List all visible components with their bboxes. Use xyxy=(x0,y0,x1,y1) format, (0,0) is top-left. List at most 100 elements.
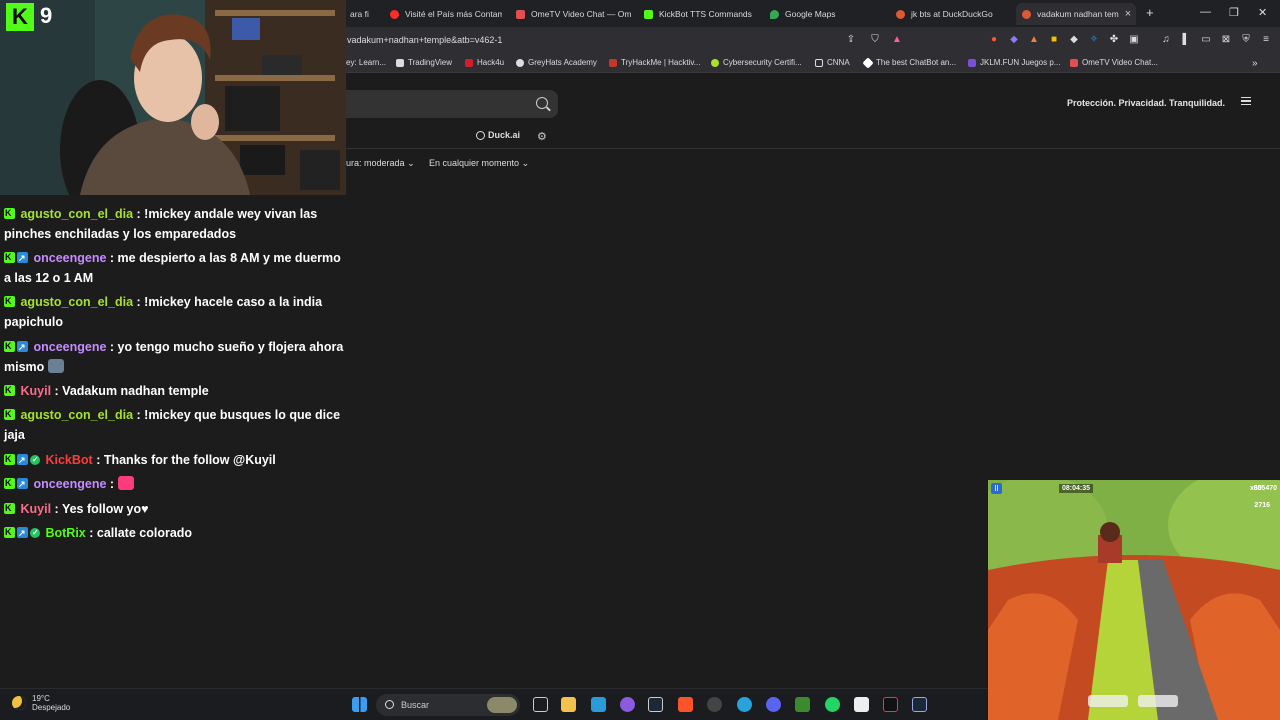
chat-username: agusto_con_el_dia xyxy=(20,207,134,221)
greyhats-icon xyxy=(516,58,524,67)
game-coins: 2716 xyxy=(1254,502,1270,509)
jklm-icon xyxy=(968,58,976,67)
chat-message: agusto_con_el_dia : !mickey hacele caso … xyxy=(4,291,349,332)
browser-tab[interactable]: KickBot TTS Commands xyxy=(638,3,762,25)
new-tab-button[interactable]: + xyxy=(1146,5,1154,20)
extension-icon[interactable]: ● xyxy=(988,34,1000,46)
close-tab-icon[interactable]: × xyxy=(1125,8,1131,20)
bookmark[interactable]: OmeTV Video Chat... xyxy=(1070,58,1158,67)
search-icon[interactable] xyxy=(536,97,548,109)
screenshot-icon[interactable]: ▣ xyxy=(1128,34,1140,46)
bookmark[interactable]: TryHackMe | Hacktiv... xyxy=(609,58,700,67)
kick-badge-icon xyxy=(4,291,15,311)
verified-badge-icon xyxy=(30,450,40,470)
folder-icon xyxy=(815,58,823,67)
chat-text: : Yes follow yo♥ xyxy=(54,502,149,516)
browser-tab[interactable]: Google Maps xyxy=(764,3,888,25)
time-filter[interactable]: En cualquier momento ⌄ xyxy=(429,158,529,169)
tiktok-icon[interactable] xyxy=(883,697,898,712)
puzzle-icon[interactable]: ✤ xyxy=(1108,34,1120,46)
game-timer: 08:04:35 xyxy=(1059,484,1094,493)
windows-start-icon[interactable] xyxy=(352,697,367,712)
kick-badge-icon xyxy=(4,473,15,493)
weather-description: Despejado xyxy=(32,703,71,712)
youtube-favicon-icon xyxy=(390,9,399,19)
extension-icon[interactable]: ▲ xyxy=(1028,34,1040,46)
safe-search-filter[interactable]: ura: moderada ⌄ xyxy=(346,158,415,169)
weather-widget[interactable]: 19°C Despejado xyxy=(12,694,70,712)
chevron-down-icon: ⌄ xyxy=(407,158,415,168)
sidebar-icon[interactable]: ▌ xyxy=(1180,34,1192,46)
bookmark[interactable]: Hack4u xyxy=(465,58,504,67)
minecraft-icon[interactable] xyxy=(795,697,810,712)
tab-label: Visité el País más Contam xyxy=(405,9,502,19)
media-icon[interactable]: ♫ xyxy=(1160,34,1172,46)
app-icon[interactable] xyxy=(707,697,722,712)
emote-icon xyxy=(117,476,134,490)
chat-message: onceengene : xyxy=(4,473,349,494)
extension-icon[interactable]: ◆ xyxy=(1008,34,1020,46)
extension-icon[interactable]: ✧ xyxy=(1088,34,1100,46)
taskbar-search[interactable]: Buscar xyxy=(376,694,520,716)
kick-badge-icon xyxy=(4,449,15,469)
more-bookmarks-icon[interactable]: » xyxy=(1252,58,1258,69)
vscode-icon[interactable] xyxy=(591,697,606,712)
steam-icon[interactable] xyxy=(912,697,927,712)
obs-like-icon[interactable] xyxy=(620,697,635,712)
duckai-link[interactable]: Duck.ai xyxy=(476,130,520,140)
whatsapp-icon[interactable] xyxy=(825,697,840,712)
browser-tab[interactable]: jk bts at DuckDuckGo xyxy=(890,3,1012,25)
extension-icon[interactable]: ■ xyxy=(1048,34,1060,46)
task-view-icon[interactable] xyxy=(533,697,548,712)
maps-pin-icon xyxy=(770,9,779,19)
webcam-overlay: K 9 xyxy=(0,0,346,195)
minimize-icon[interactable]: — xyxy=(1200,6,1211,18)
discord-icon[interactable] xyxy=(766,697,781,712)
url-field[interactable]: vadakum+nadhan+temple&atb=v462-1 xyxy=(347,35,502,45)
settings-gear-icon[interactable]: ⚙ xyxy=(537,130,547,143)
shield-icon[interactable]: ⛉ xyxy=(869,34,881,46)
chatbot-icon xyxy=(862,56,874,69)
bookmark[interactable]: CNNA xyxy=(815,58,850,67)
weather-temperature: 19°C xyxy=(32,694,50,703)
verified-badge-icon xyxy=(30,523,40,543)
brave-rewards-icon[interactable]: ▲ xyxy=(891,34,903,46)
bookmark[interactable]: JKLM.FUN Juegos p... xyxy=(968,58,1060,67)
capcut-icon[interactable] xyxy=(854,697,869,712)
extension-icon[interactable]: ◆ xyxy=(1068,34,1080,46)
chat-message: agusto_con_el_dia : !mickey que busques … xyxy=(4,404,349,445)
browser-tab[interactable]: ara fi xyxy=(344,3,382,25)
maximize-icon[interactable]: ❐ xyxy=(1229,6,1239,19)
bookmark[interactable]: ey: Learn... xyxy=(346,58,386,67)
browser-tab[interactable]: OmeTV Video Chat — Om xyxy=(510,3,632,25)
steam-icon[interactable] xyxy=(648,697,663,712)
browser-tab-active[interactable]: vadakum nadhan tem × xyxy=(1016,3,1136,25)
bookmark[interactable]: The best ChatBot an... xyxy=(862,56,956,69)
tab-label: Google Maps xyxy=(785,9,836,19)
share-icon[interactable]: ⇪ xyxy=(845,34,857,46)
hamburger-menu-icon[interactable] xyxy=(1241,97,1251,105)
chat-username: Kuyil xyxy=(20,502,52,516)
vpn-icon[interactable]: ⊠ xyxy=(1220,34,1232,46)
file-explorer-icon[interactable] xyxy=(561,697,576,712)
menu-icon[interactable]: ≡ xyxy=(1260,34,1272,46)
chat-message: Kuyil : Yes follow yo♥ xyxy=(4,498,349,519)
pause-icon[interactable]: II xyxy=(991,483,1002,494)
hack4u-icon xyxy=(465,58,473,67)
ometv-favicon-icon xyxy=(516,9,525,19)
browser-tab[interactable]: Visité el País más Contam xyxy=(384,3,502,25)
brave-browser-icon[interactable] xyxy=(678,697,693,712)
shield-icon[interactable]: ⛨ xyxy=(1240,34,1252,46)
search-icon xyxy=(385,700,394,709)
search-input[interactable] xyxy=(346,90,558,118)
wallet-icon[interactable]: ▭ xyxy=(1200,34,1212,46)
close-window-icon[interactable]: ✕ xyxy=(1258,6,1267,19)
chat-overlay: agusto_con_el_dia : !mickey andale wey v… xyxy=(0,195,350,688)
duckduckgo-favicon-icon xyxy=(896,9,905,19)
telegram-icon[interactable] xyxy=(737,697,752,712)
bookmark[interactable]: Cybersecurity Certifi... xyxy=(711,58,802,67)
bookmark[interactable]: GreyHats Academy xyxy=(516,58,597,67)
viewer-count: 9 xyxy=(40,3,53,28)
bookmark[interactable]: TradingView xyxy=(396,58,452,67)
chevron-down-icon: ⌄ xyxy=(521,158,530,168)
